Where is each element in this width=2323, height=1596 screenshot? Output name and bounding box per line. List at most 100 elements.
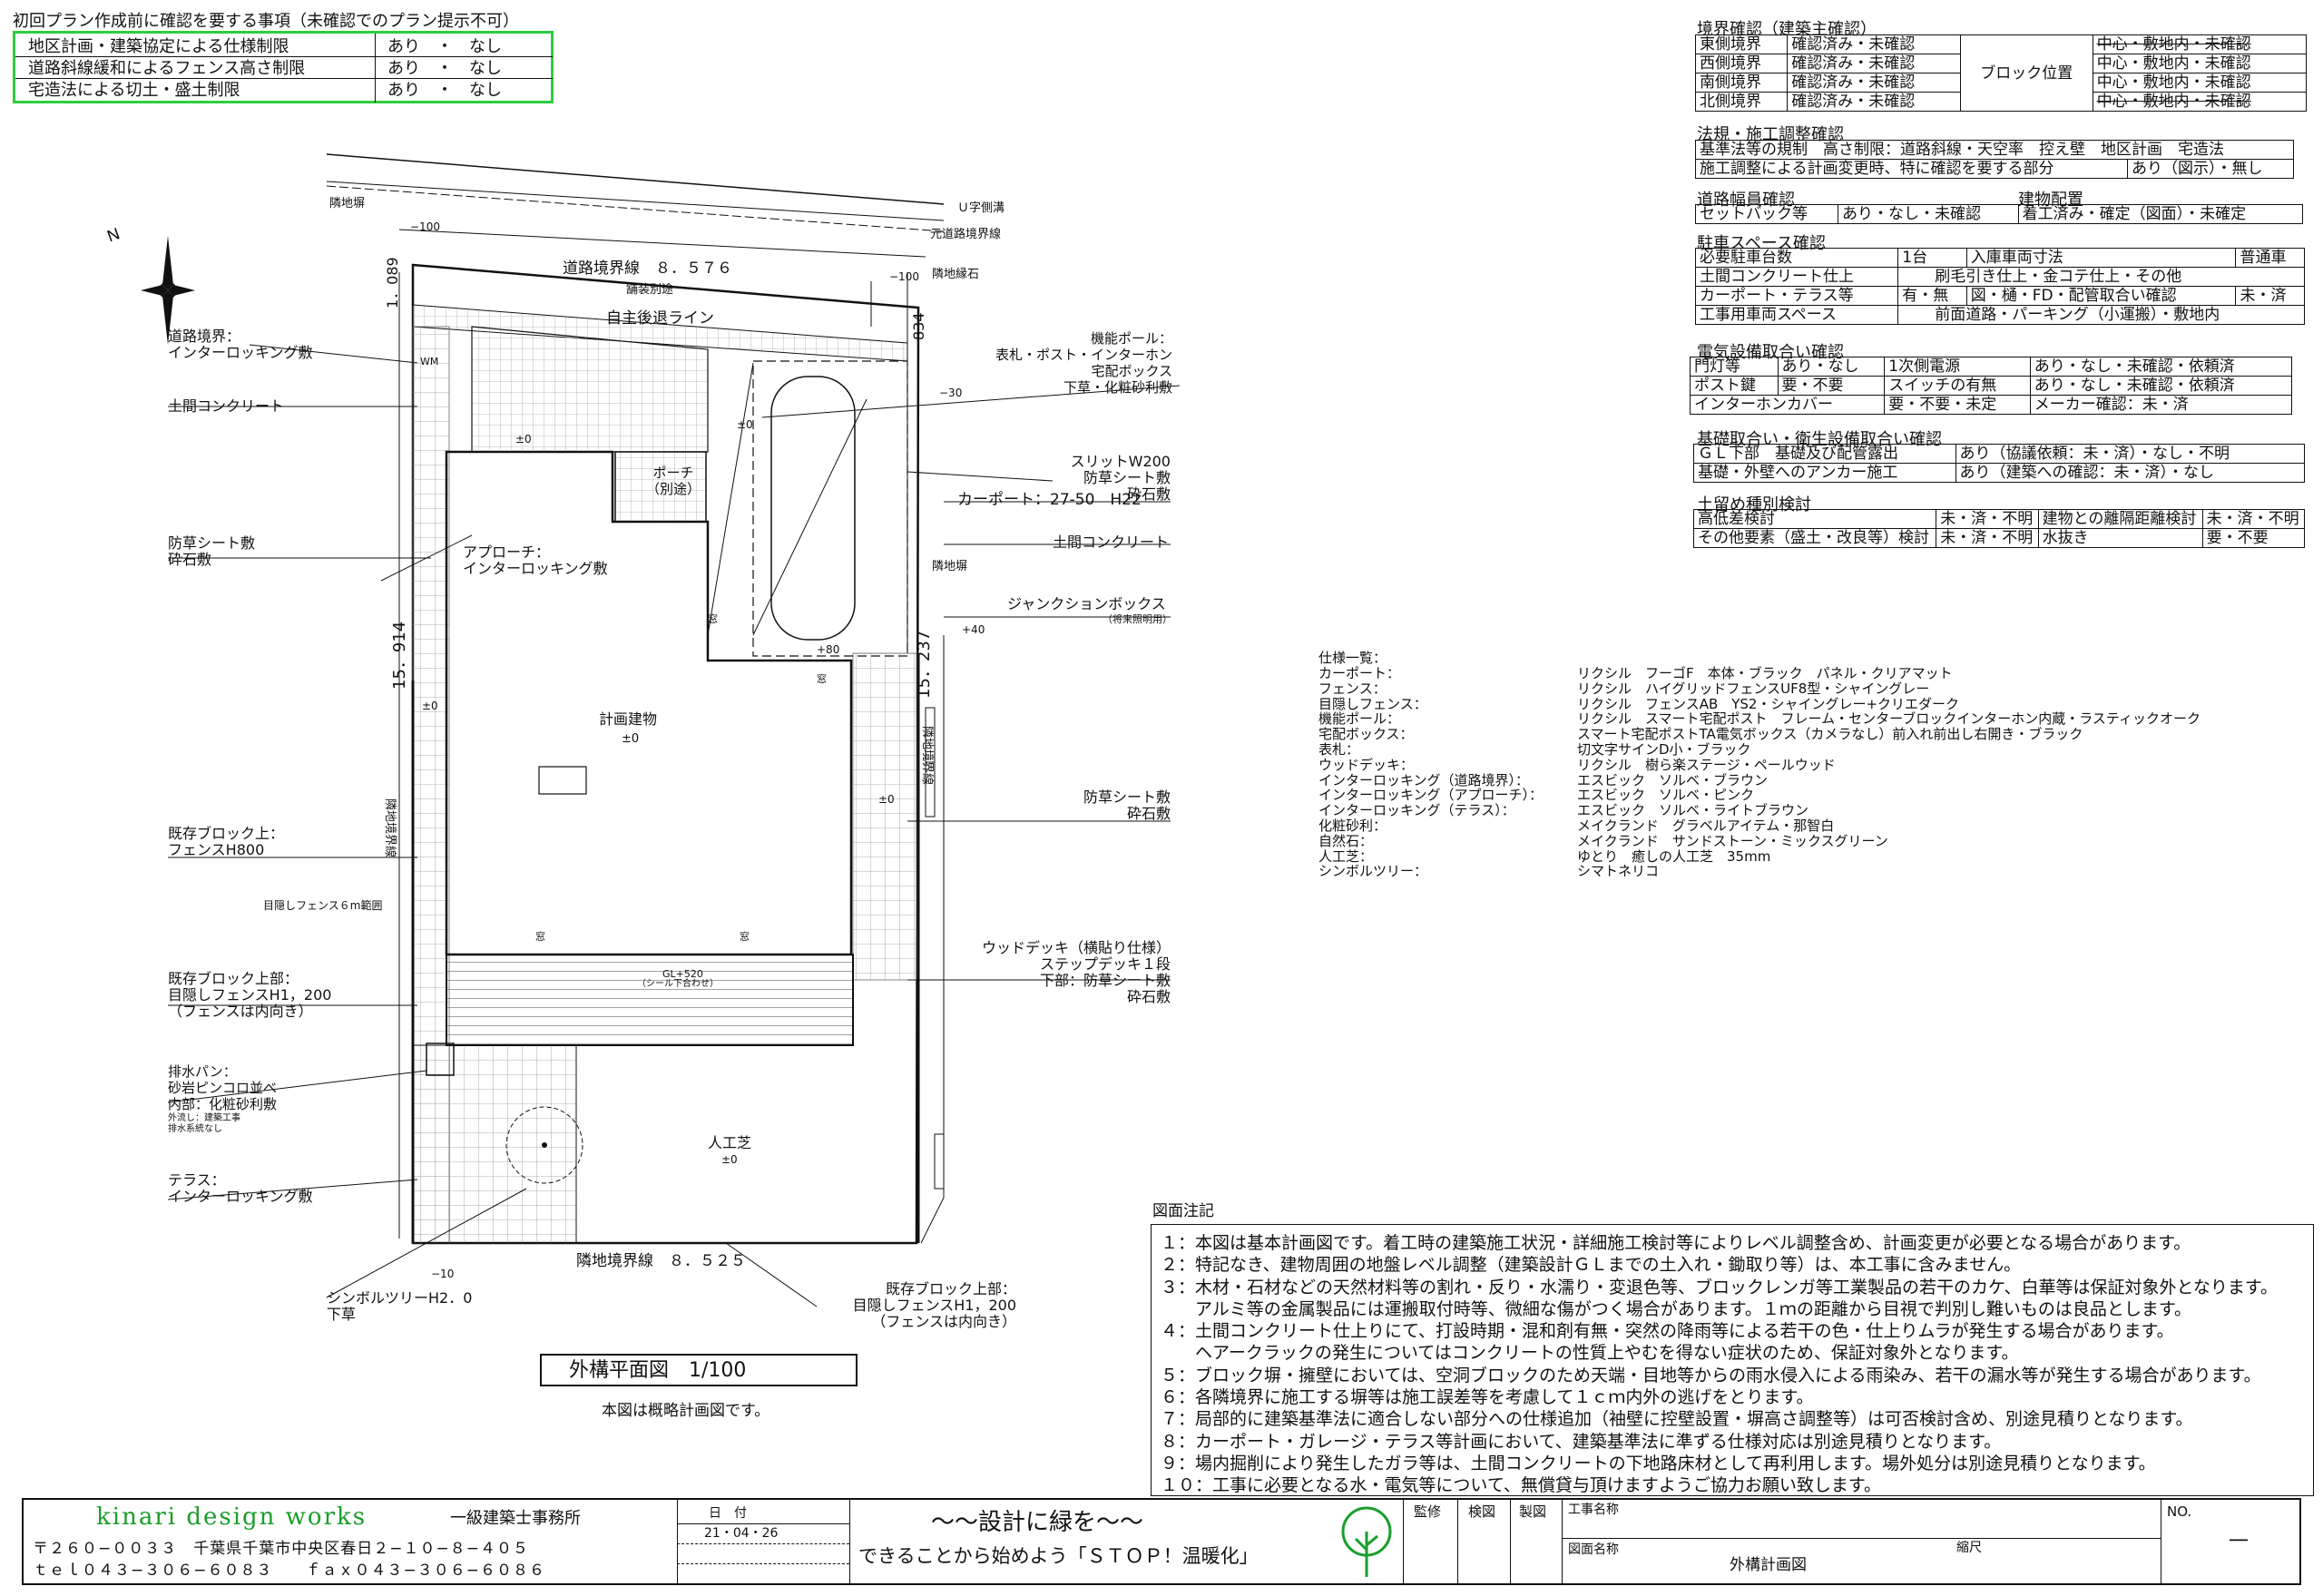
boundary-side: 北側境界 <box>1694 92 1789 112</box>
plan-label-weed2: 防草シート敷 砕石敷 <box>1083 788 1171 822</box>
spec-value: エスビック ソルベ・ライトブラウン <box>1577 802 1809 819</box>
plan-label-u-ditch: Ｕ字側溝 <box>957 201 1005 215</box>
note-item: ヘアークラックの発生についてはコンクリートの性質上やむを得ない症状のため、保証対… <box>1161 1343 2019 1364</box>
boundary-status: 確認済み・未確認 <box>1787 54 1961 73</box>
spec-value: リクシル ハイグリッドフェンスUF8型・シャイングレー <box>1577 680 1930 697</box>
spec-values: リクシル フーゴF 本体・ブラック パネル・クリアマット リクシル ハイグリッド… <box>1577 666 2200 879</box>
plan-label-junction: ジャンクションボックス <box>1007 595 1166 612</box>
plan-label-carport-level: ±0 <box>737 418 753 431</box>
company-name: kinari design works <box>96 1503 368 1531</box>
boundary-pos: 中心・敷地内・未確認 <box>2092 54 2308 73</box>
plan-label-block3: 既存ブロック上部： 目隠しフェンスH1，200 （フェンスは内向き） <box>852 1280 1016 1330</box>
parking-cell: 普通車 <box>2235 248 2305 268</box>
spec-key: 化粧砂利： <box>1318 817 1387 834</box>
wood-deck <box>446 954 854 1046</box>
foundation-cell: あり（協議依頼：未・済）・なし・不明 <box>1955 444 2306 464</box>
plan-label-right-level: ±0 <box>878 793 895 806</box>
boundary-pos: 中心・敷地内・未確認 <box>2092 34 2308 54</box>
boundary-side: 東側境界 <box>1694 34 1789 54</box>
parking-cell: 1台 <box>1897 248 1967 268</box>
plan-label-building: 計画建物 <box>599 710 658 728</box>
plan-label-wm: WM <box>420 356 439 367</box>
number-value: 一 <box>2229 1531 2249 1553</box>
electric-cell: スイッチの有無 <box>1884 376 2031 396</box>
date-value: 21・04・26 <box>704 1526 779 1541</box>
plan-label-gl520: GL+520 <box>662 968 703 980</box>
spec-list: 仕様一覧： <box>1318 651 1387 666</box>
retain-table: 高低差検討 未・済・不明 建物との離隔距離検討 未・済・不明 その他要素（盛土・改良等… <box>1692 509 2306 548</box>
plan-label-m100a: −100 <box>410 220 440 233</box>
spec-key: ウッドデッキ： <box>1318 756 1415 773</box>
plan-label-road-line: 道路境界線 ８．５７６ <box>563 259 732 278</box>
spec-value: リクシル スマート宅配ポスト フレーム・センターブロックインターホン内蔵・ラステ… <box>1577 710 2201 728</box>
parking-table: 必要駐車台数 1台 入庫車両寸法 普通車 土間コンクリート仕上 刷毛引き仕上・金コテ仕上… <box>1694 248 2305 325</box>
plan-label-left-dim: 15．914 <box>390 621 409 690</box>
electric-table: 門灯等 あり・なし 1次側電源 あり・なし・未確認・依頼済 ポスト鍵 要・不要 スイッチの… <box>1689 357 2293 415</box>
parking-cell: 未・済 <box>2235 286 2305 306</box>
plan-label-concrete2: 土間コンクリート <box>1053 534 1170 551</box>
plan-label-retreat: 自主後退ライン <box>606 309 714 328</box>
boundary-status: 確認済み・未確認 <box>1787 73 1961 93</box>
plan-label-bottom-line: 隣地境界線 ８．５２５ <box>576 1252 746 1270</box>
spec-value: シマトネリコ <box>1577 863 1660 880</box>
plan-label-right-dim2: 15．237 <box>915 630 934 699</box>
drawing-label: 図面名称 <box>1568 1542 1619 1557</box>
company-address: 〒２６０−００３３ 千葉県千葉市中央区春日２−１０−８−４０５ <box>33 1540 529 1558</box>
electric-cell: インターホンカバー <box>1689 395 1886 415</box>
plan-label-left-level: ±0 <box>422 700 438 712</box>
plan-title: 外構平面図 1/100 <box>569 1359 747 1382</box>
law-table: 基準法等の規制 高さ制限：道路斜線・天空率 控え壁 地区計画 宅造法 施工調整に… <box>1694 140 2294 179</box>
spec-value: リクシル フーゴF 本体・ブラック パネル・クリアマット <box>1577 665 1953 681</box>
notes-box: １：本図は基本計画図です。着工時の建築施工状況・詳細施工検討等によりレベル調整含… <box>1151 1224 2314 1496</box>
spec-value: メイクランド グラベルアイテム・那智白 <box>1577 817 1835 834</box>
parking-cell: 土間コンクリート仕上 <box>1694 267 1899 287</box>
east-strip <box>852 652 917 981</box>
plan-label-junction-sub: （将来照明用） <box>1103 613 1172 625</box>
plan-label-approach: アプローチ： インターロッキング敷 <box>463 543 608 577</box>
note-item: アルミ等の金属製品には運搬取付時等、微細な傷がつく場合があります。１ｍの距離から… <box>1161 1298 2192 1319</box>
law-row-1: 基準法等の規制 高さ制限：道路斜線・天空率 控え壁 地区計画 宅造法 <box>1695 140 2294 160</box>
plan-label-approach-level: ±0 <box>515 433 532 446</box>
parking-cell: 工事用車両スペース <box>1694 305 1899 325</box>
title-block: kinari design works 一級建築士事務所 〒２６０−００３３ 千… <box>22 1498 2301 1585</box>
spec-value: リクシル フェンスAB YS2・シャイングレー+クリエダーク <box>1577 695 1960 712</box>
spec-keys: カーポート： フェンス： 目隠しフェンス： 機能ポール： 宅配ボックス： 表札：… <box>1318 666 1543 879</box>
plan-label-terrace: テラス： インターロッキング敷 <box>168 1171 313 1205</box>
drawing-name: 外構計画図 <box>1730 1556 1807 1574</box>
plan-label-neighbor2: 隣地塀 <box>932 560 968 573</box>
retain-cell: 高低差検討 <box>1692 509 1937 529</box>
parking-cell: 有・無 <box>1897 286 1967 306</box>
plan-label-window: 窓 <box>740 931 750 943</box>
notes-title: 図面注記 <box>1152 1202 1214 1220</box>
plan-label-building-level: ±0 <box>622 732 640 746</box>
plan-label-block1: 既存ブロック上： フェンスH800 <box>168 825 285 858</box>
spec-key: インターロッキング（道路境界）： <box>1318 771 1530 788</box>
project-label: 工事名称 <box>1568 1503 1619 1517</box>
spec-value: ゆとり 癒しの人工芝 35mm <box>1577 847 1771 865</box>
svg-text:N: N <box>104 224 122 245</box>
plan-label-existing-pave: 舗装別途 <box>626 283 674 297</box>
boundary-table: 東側境界 確認済み・未確認 ブロック位置 中心・敷地内・未確認 西側境界 確認済み・未確… <box>1694 34 2308 112</box>
plan-note: 本図は概略計画図です。 <box>602 1402 770 1420</box>
plan-label-turf: 人工芝 <box>708 1134 752 1151</box>
check-label: 検図 <box>1468 1503 1496 1520</box>
spec-key: カーポート： <box>1318 665 1401 681</box>
company-suffix: 一級建築士事務所 <box>450 1509 581 1528</box>
plan-label-func-pole: 機能ポール： 表札・ポスト・インターホン 宅配ボックス 下草・化粧砂利敷 <box>995 330 1172 396</box>
spec-key: インターロッキング（テラス）： <box>1318 802 1515 819</box>
slogan-2: できることから始めよう「ＳＴＯＰ！温暖化」 <box>858 1545 1259 1567</box>
plan-label-m30: −30 <box>939 387 963 399</box>
plan-label-weed: 防草シート敷 砕石敷 <box>168 534 256 568</box>
plan-title-box: 外構平面図 1/100 <box>540 1354 858 1386</box>
note-item: ９：場内掘削により発生したガラ等は、土間コンクリートの下地路床材として再利用しま… <box>1161 1453 2156 1474</box>
plan-label-neighbor-fence: 隣地塀 <box>329 197 366 211</box>
plan-label-right-dim: 834 <box>910 312 927 340</box>
plan-label-p40: +40 <box>962 623 985 636</box>
parking-cell: 前面道路・パーキング（小運搬）・敷地内 <box>1897 305 2305 325</box>
electric-cell: あり・なし・未確認・依頼済 <box>2029 357 2293 377</box>
boundary-pos: 中心・敷地内・未確認 <box>2092 73 2308 93</box>
note-item: ８：カーポート・ガレージ・テラス等計画において、建築基準法に準ずる仕様対応は別途… <box>1161 1431 2002 1452</box>
road-c1: セットバック等 <box>1695 204 1838 224</box>
electric-cell: 門灯等 <box>1690 357 1779 377</box>
note-item: ６：各隣境界に施工する塀等は施工誤差等を考慮して１ｃｍ内外の逃げをとります。 <box>1161 1387 1814 1408</box>
